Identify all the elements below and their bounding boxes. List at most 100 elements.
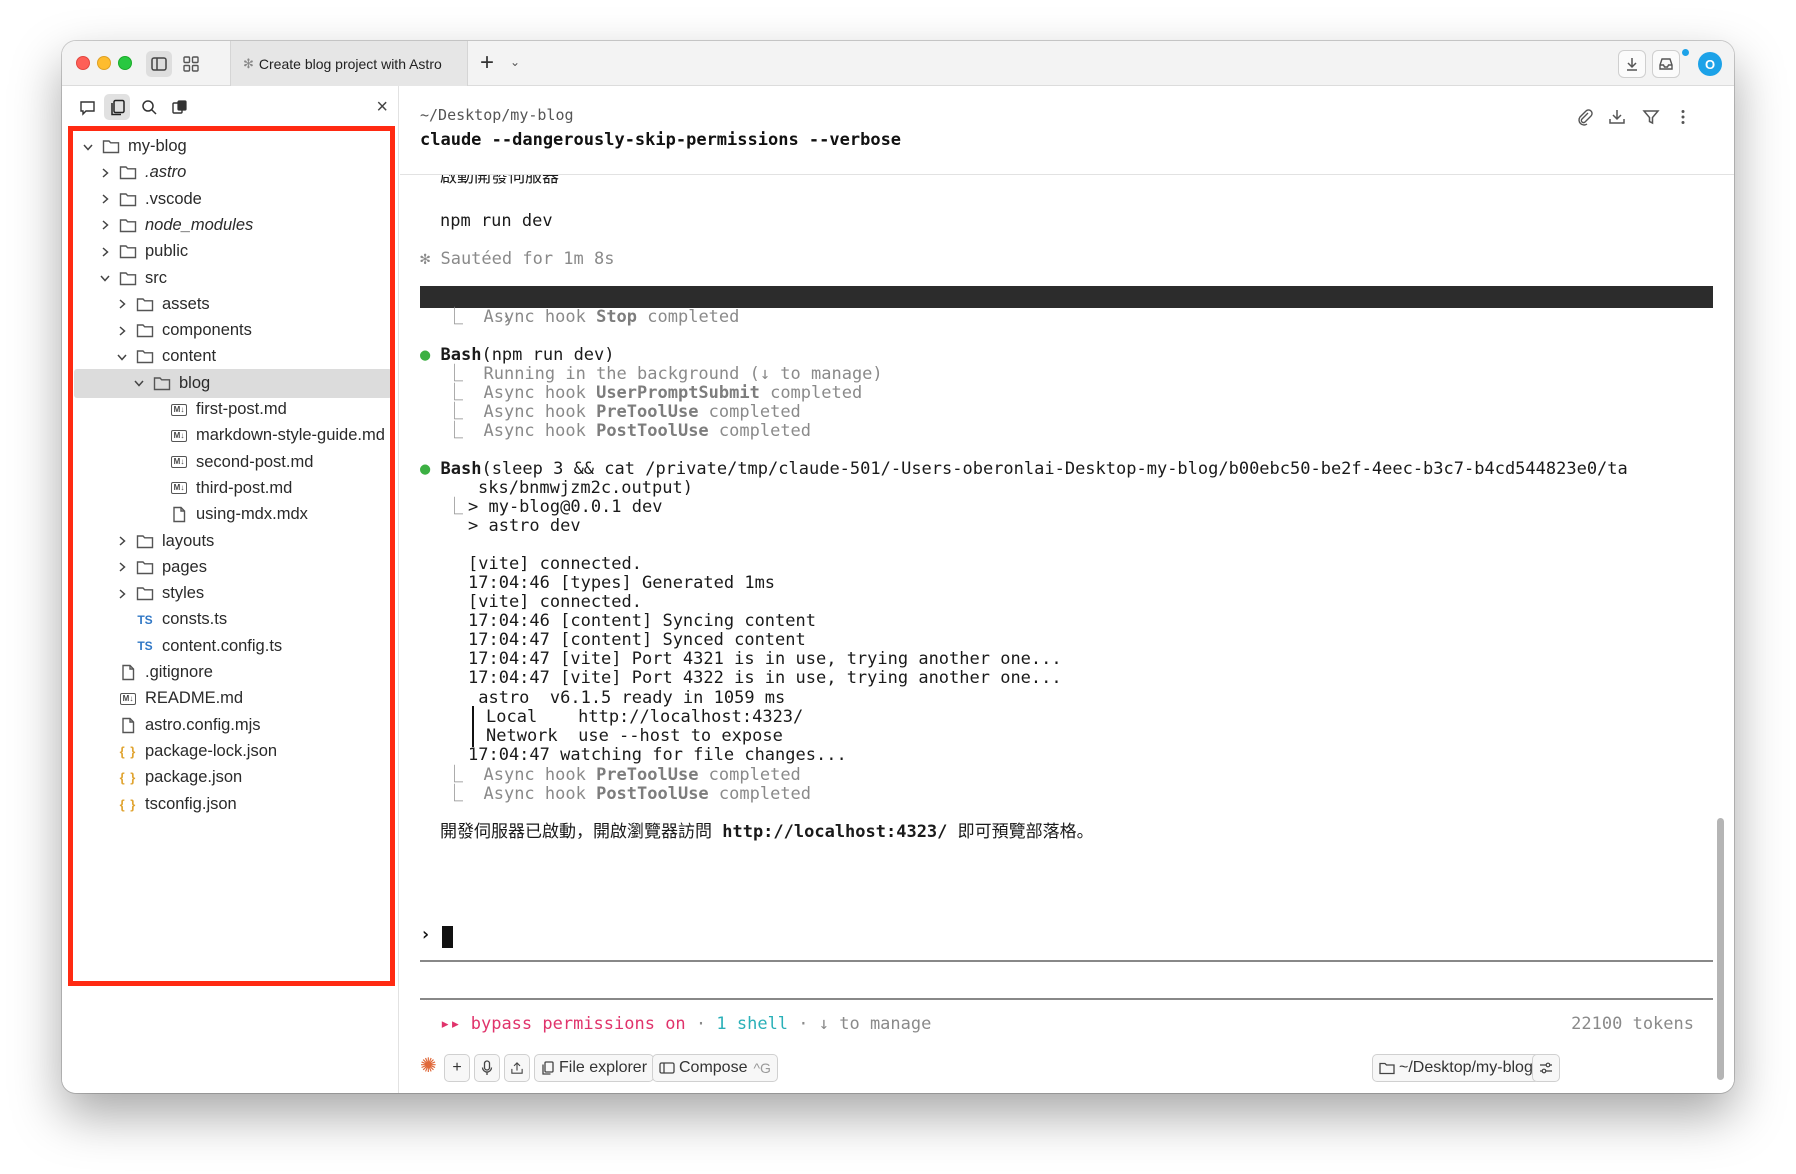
prompt-input[interactable] [442, 926, 453, 948]
output-line: 17:04:47 [vite] Port 4322 is in use, try… [468, 668, 1062, 688]
download-icon[interactable] [1618, 50, 1646, 78]
chevron-down-icon [97, 272, 113, 284]
tree-folder[interactable]: my-blog [74, 132, 392, 161]
tree-folder[interactable]: pages [74, 553, 392, 582]
folder-icon [134, 322, 156, 340]
source-control-icon[interactable] [166, 94, 192, 120]
tree-item-label: .vscode [145, 189, 202, 208]
files-icon[interactable] [104, 94, 130, 120]
settings-toggle-icon[interactable] [1532, 1054, 1560, 1082]
folder-icon [1379, 1062, 1395, 1075]
input-separator-top [420, 960, 1713, 962]
tree-item-label: styles [162, 584, 205, 603]
close-icon[interactable]: × [376, 96, 388, 119]
json-icon: { } [119, 796, 137, 812]
tree-folder[interactable]: public [74, 237, 392, 266]
tree-file[interactable]: using-mdx.mdx [74, 500, 392, 529]
tree-file[interactable]: TS consts.ts [74, 605, 392, 634]
tree-item-label: .gitignore [145, 663, 213, 681]
more-options-icon[interactable] [1670, 104, 1696, 130]
working-directory: ~/Desktop/my-blog [420, 106, 574, 124]
tree-folder[interactable]: assets [74, 290, 392, 319]
scrollbar-thumb[interactable] [1717, 818, 1724, 1080]
file-icon [117, 716, 139, 734]
minimize-window-button[interactable] [97, 56, 111, 70]
folder-icon [134, 348, 156, 366]
tree-folder[interactable]: layouts [74, 527, 392, 556]
folder-icon [100, 138, 122, 156]
json-icon: { } [119, 770, 137, 786]
final-message: 開發伺服器已啟動，開啟瀏覽器訪問 http://localhost:4323/ … [440, 822, 1094, 842]
filter-icon[interactable] [1638, 104, 1664, 130]
chevron-right-icon [97, 193, 113, 205]
add-button[interactable]: + [444, 1054, 470, 1082]
chat-icon[interactable] [74, 94, 100, 120]
app-window: ✻ Create blog project with Astro + ⌄ O ×… [62, 41, 1734, 1093]
close-window-button[interactable] [76, 56, 90, 70]
folder-icon [117, 164, 139, 182]
tree-folder[interactable]: node_modules [74, 211, 392, 240]
tree-file[interactable]: .gitignore [74, 658, 392, 687]
bypass-permissions-status[interactable]: bypass permissions on [471, 1014, 686, 1034]
tree-item-label: assets [162, 294, 210, 313]
tree-file[interactable]: { } tsconfig.json [74, 790, 392, 819]
file-explorer-button[interactable]: File explorer [534, 1054, 655, 1082]
new-tab-icon[interactable]: + [480, 49, 494, 77]
tree-file[interactable]: { } package-lock.json [74, 737, 392, 766]
tree-file[interactable]: { } package.json [74, 763, 392, 792]
upload-icon[interactable] [504, 1054, 530, 1082]
microphone-icon[interactable] [474, 1054, 500, 1082]
sidebar-toggle-icon[interactable] [146, 51, 172, 77]
shell-count[interactable]: 1 shell [716, 1014, 788, 1034]
chevron-right-icon [114, 325, 130, 337]
tree-folder[interactable]: .astro [74, 158, 392, 187]
tree-item-label: second-post.md [196, 452, 314, 471]
tree-item-label: using-mdx.mdx [196, 505, 308, 524]
compose-button[interactable]: Compose ^G [652, 1054, 778, 1082]
terminal-output[interactable]: 啟動開發伺服器 npm run dev ✻ Sautéed for 1m 8s … [420, 175, 1720, 935]
tree-folder[interactable]: blog [74, 368, 392, 398]
tree-file[interactable]: M↓ second-post.md [74, 448, 392, 477]
search-icon[interactable] [136, 94, 162, 120]
tree-item-label: public [145, 242, 189, 261]
markdown-icon: M↓ [168, 479, 190, 497]
folder-icon [134, 532, 156, 550]
tree-item-label: package-lock.json [145, 741, 278, 760]
markdown-icon: M↓ [168, 401, 190, 419]
user-message: › 幫我啟動開發伺服器 [420, 286, 1713, 329]
chevron-right-icon [97, 167, 113, 179]
grid-icon[interactable] [178, 51, 204, 77]
tree-file[interactable]: astro.config.mjs [74, 711, 392, 740]
tree-folder[interactable]: src [74, 264, 392, 293]
tree-file[interactable]: M↓ third-post.md [74, 474, 392, 503]
tab-title: Create blog project with Astro [258, 55, 442, 72]
avatar[interactable]: O [1698, 52, 1722, 76]
terminal-panel: ~/Desktop/my-blog claude --dangerously-s… [400, 86, 1734, 1093]
cwd-button[interactable]: ~/Desktop/my-blog [1372, 1054, 1540, 1082]
tree-file[interactable]: M↓ markdown-style-guide.md [74, 421, 392, 450]
folder-icon [117, 216, 139, 234]
token-count: 22100 tokens [1571, 1014, 1694, 1034]
inbox-icon[interactable] [1652, 50, 1680, 78]
tree-folder[interactable]: styles [74, 579, 392, 608]
chevron-down-icon [80, 141, 96, 153]
chevron-down-icon[interactable]: ⌄ [510, 55, 520, 69]
tree-file[interactable]: M↓ README.md [74, 684, 392, 713]
maximize-window-button[interactable] [118, 56, 132, 70]
tree-item-label: consts.ts [162, 610, 228, 629]
tree-file[interactable]: M↓ first-post.md [74, 395, 392, 424]
tab-session[interactable]: ✻ Create blog project with Astro [230, 41, 468, 86]
download-icon[interactable] [1604, 104, 1630, 130]
folder-icon [117, 269, 139, 287]
chevron-right-icon [114, 588, 130, 600]
npm-command: npm run dev [440, 211, 553, 231]
bash-1-line: ⎿ Async hook PostToolUse completed [446, 421, 812, 441]
paperclip-icon[interactable] [1572, 104, 1598, 130]
chevron-down-icon [131, 377, 147, 389]
chevron-right-icon [114, 561, 130, 573]
tree-folder[interactable]: content [74, 342, 392, 371]
tree-folder[interactable]: .vscode [74, 185, 392, 214]
tree-folder[interactable]: components [74, 316, 392, 345]
chevron-right-icon [97, 219, 113, 231]
tree-file[interactable]: TS content.config.ts [74, 632, 392, 661]
